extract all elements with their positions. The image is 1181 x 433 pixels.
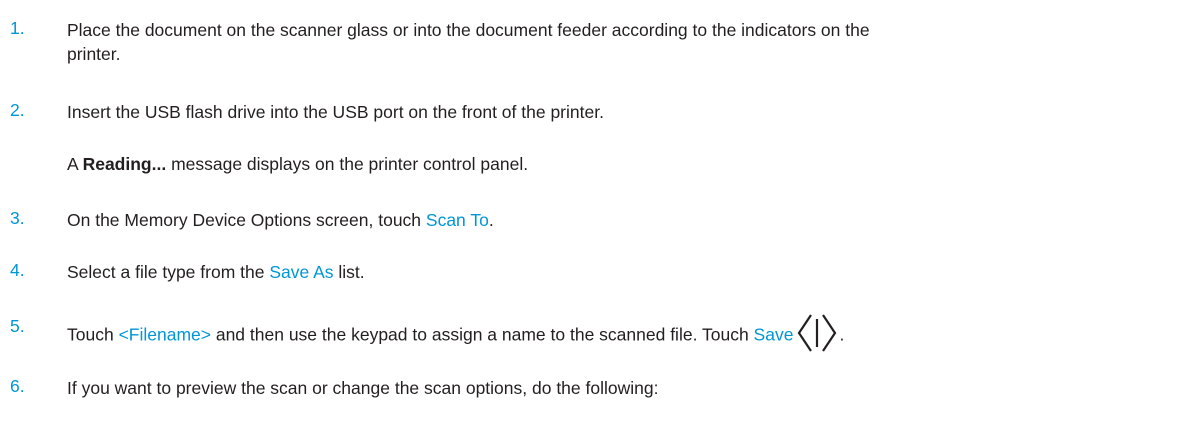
reading-message: Reading... <box>82 154 167 174</box>
step-text-line1: Place the document on the scanner glass … <box>67 20 870 40</box>
step-text: On the Memory Device Options screen, tou… <box>67 208 1167 232</box>
scan-to-term: Scan To <box>425 210 489 230</box>
step-text: Select a file type from the Save As list… <box>67 260 1167 284</box>
start-button-icon <box>797 313 837 353</box>
step-text-prefix: On the Memory Device Options screen, tou… <box>67 210 426 230</box>
step-text-suffix: list. <box>333 262 365 282</box>
save-term: Save <box>753 324 794 345</box>
step-text-suffix: . <box>488 210 494 230</box>
save-as-term: Save As <box>269 262 334 282</box>
step-text-prefix: Touch <box>67 324 119 345</box>
step-number: 1. <box>10 18 25 38</box>
step-number: 2. <box>10 100 25 120</box>
step-text: Insert the USB flash drive into the USB … <box>67 102 604 122</box>
note-prefix: A <box>67 154 83 174</box>
step-number: 5. <box>10 316 25 336</box>
step-text: Place the document on the scanner glass … <box>67 18 1167 66</box>
step-number: 6. <box>10 376 25 396</box>
step-2-note: A Reading... message displays on the pri… <box>67 152 528 176</box>
step-text-line2: printer. <box>67 44 121 64</box>
step-number: 3. <box>10 208 25 228</box>
step-number: 4. <box>10 260 25 280</box>
step-text-prefix: Select a file type from the <box>67 262 270 282</box>
step-text-suffix: . <box>839 324 845 345</box>
step-text: Touch <Filename> and then use the keypad… <box>67 313 1167 356</box>
step-text-middle: and then use the keypad to assign a name… <box>210 324 754 345</box>
filename-term: <Filename> <box>118 324 211 345</box>
note-suffix: message displays on the printer control … <box>166 154 529 174</box>
step-text: If you want to preview the scan or chang… <box>67 378 659 398</box>
